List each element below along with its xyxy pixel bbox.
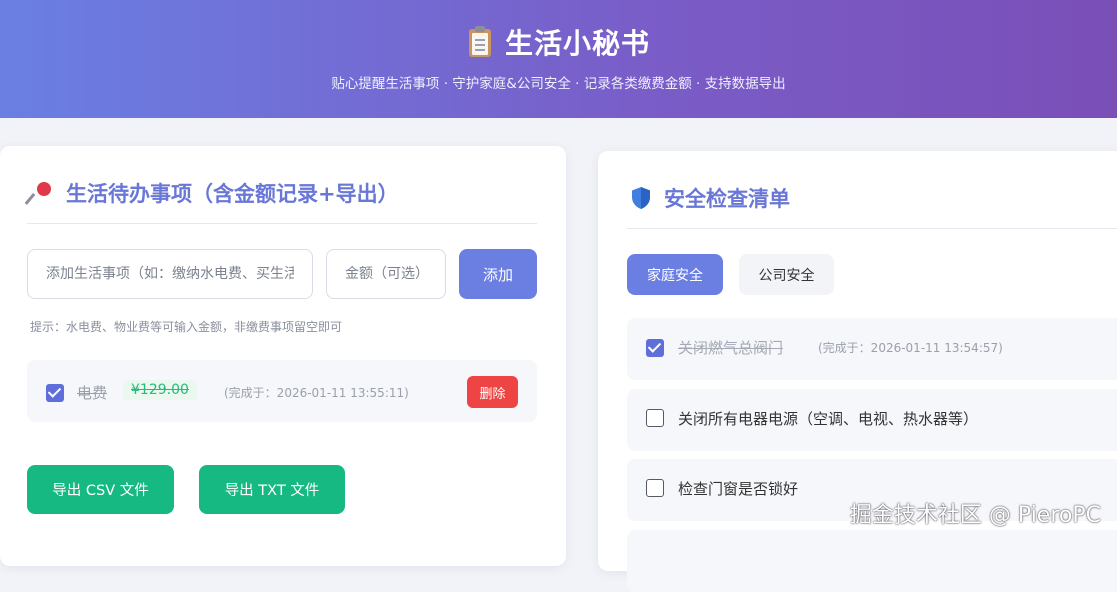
todo-card-title: 生活待办事项（含金额记录+导出） <box>24 178 399 208</box>
app-header: 生活小秘书 贴心提醒生活事项 · 守护家庭&公司安全 · 记录各类缴费金额 · … <box>0 0 1117 118</box>
safety-item: 关闭燃气总阀门 (完成于：2026-01-11 13:54:57) <box>627 318 1117 380</box>
safety-item <box>627 530 1117 592</box>
delete-todo-button[interactable]: 删除 <box>467 376 518 408</box>
todo-title-text: 生活待办事项（含金额记录+导出） <box>66 182 399 206</box>
safety-item: 关闭所有电器电源（空调、电视、热水器等） <box>627 389 1117 451</box>
todo-amount-input[interactable] <box>326 249 446 299</box>
clipboard-icon <box>467 25 493 59</box>
safety-item-label: 关闭所有电器电源（空调、电视、热水器等） <box>678 410 979 428</box>
todo-item-amount: ¥129.00 <box>123 380 197 400</box>
todo-item-checkbox[interactable] <box>46 384 64 402</box>
safety-title-text: 安全检查清单 <box>664 187 790 211</box>
safety-item-checkbox[interactable] <box>646 479 664 497</box>
todo-title-divider <box>27 223 537 224</box>
safety-title-divider <box>627 228 1117 229</box>
todo-hint: 提示：水电费、物业费等可输入金额，非缴费事项留空即可 <box>30 320 343 334</box>
todo-item-input[interactable] <box>27 249 313 299</box>
export-csv-button[interactable]: 导出 CSV 文件 <box>27 465 174 514</box>
todo-item-completed-time: (完成于：2026-01-11 13:55:11) <box>224 386 409 400</box>
app-subtitle: 贴心提醒生活事项 · 守护家庭&公司安全 · 记录各类缴费金额 · 支持数据导出 <box>331 76 786 92</box>
tab-company-safety[interactable]: 公司安全 <box>739 254 834 295</box>
safety-item-label: 关闭燃气总阀门 <box>678 339 784 357</box>
safety-item-completed-time: (完成于：2026-01-11 13:54:57) <box>818 341 1003 355</box>
watermark: 掘金技术社区 @ PieroPC <box>849 503 1101 528</box>
safety-card-title: 安全检查清单 <box>630 183 790 213</box>
safety-item-label: 检查门窗是否锁好 <box>678 480 799 498</box>
app-title: 生活小秘书 <box>504 27 650 60</box>
safety-item-checkbox[interactable] <box>646 409 664 427</box>
safety-item-checkbox[interactable] <box>646 339 664 357</box>
todo-list-item: 电费 ¥129.00 (完成于：2026-01-11 13:55:11) 删除 <box>27 360 537 422</box>
shield-icon <box>630 186 652 210</box>
header-title-row: 生活小秘书 <box>0 22 1117 62</box>
todo-item-name: 电费 <box>77 384 108 402</box>
tab-home-safety[interactable]: 家庭安全 <box>627 254 723 295</box>
add-todo-button[interactable]: 添加 <box>459 249 537 299</box>
export-txt-button[interactable]: 导出 TXT 文件 <box>199 465 345 514</box>
pushpin-icon <box>24 181 54 205</box>
